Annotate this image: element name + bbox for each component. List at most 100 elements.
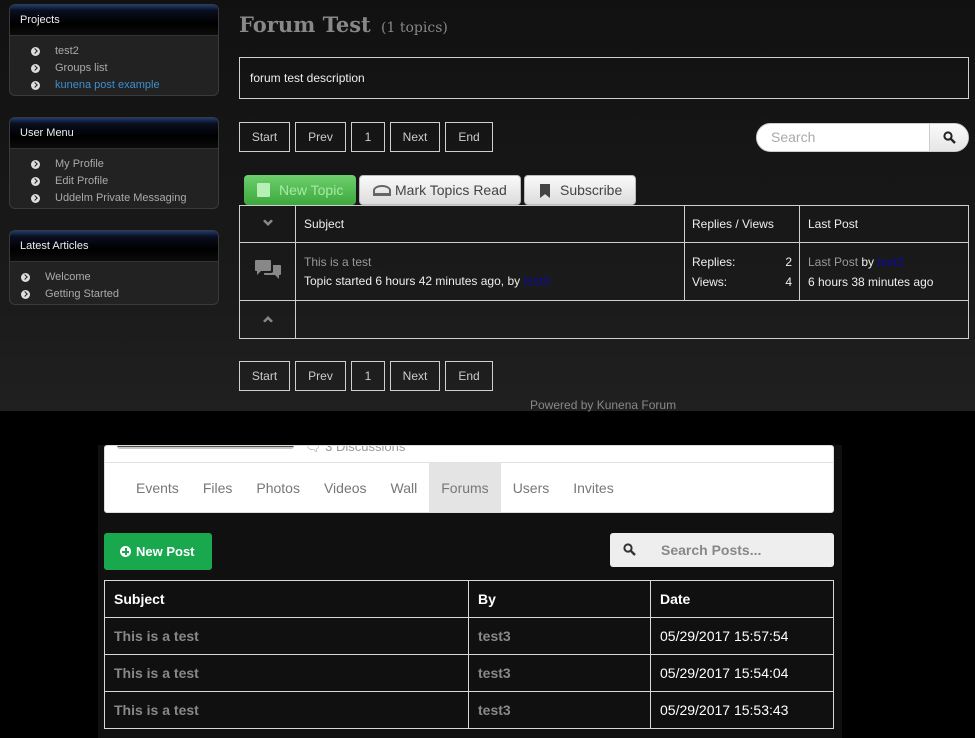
latest-articles-module: Latest Articles Welcome Getting Started	[9, 230, 219, 305]
pager-start-button[interactable]: Start	[239, 361, 290, 391]
pager-start-button[interactable]: Start	[239, 122, 290, 152]
read-icon	[373, 185, 391, 196]
pagination-bottom: Start Prev 1 Next End	[239, 361, 493, 391]
tab-videos[interactable]: Videos	[312, 463, 379, 512]
topics-footer-row	[239, 300, 969, 339]
topic-title-link[interactable]: This is a test	[304, 255, 684, 269]
tab-users[interactable]: Users	[501, 463, 562, 512]
topics-table: Subject Replies / Views Last Post This i…	[239, 205, 969, 339]
chevron-right-icon	[31, 177, 40, 186]
bookmark-icon	[540, 184, 550, 198]
kunena-forum-panel: Projects test2 Groups list kunena post e…	[0, 0, 975, 412]
chevron-right-icon	[31, 194, 40, 203]
pagination-top: Start Prev 1 Next End	[239, 122, 493, 152]
topic-stats-cell: Replies: 2 Views: 4	[684, 242, 800, 301]
subscribe-button[interactable]: Subscribe	[524, 175, 636, 205]
header-last-post: Last Post	[799, 205, 969, 243]
last-post-link[interactable]: Last Post	[808, 255, 858, 269]
user-menu-item-edit-profile[interactable]: Edit Profile	[28, 173, 218, 190]
projects-item-kunena-post-example[interactable]: kunena post example	[28, 77, 218, 94]
chevron-right-icon	[31, 47, 40, 56]
post-author-link[interactable]: test3	[468, 654, 651, 692]
last-post-time: 6 hours 38 minutes ago	[808, 274, 934, 289]
views-count: 4	[785, 274, 792, 289]
sort-down-cell[interactable]	[239, 205, 296, 243]
tab-wall[interactable]: Wall	[379, 463, 430, 512]
articles-item-welcome[interactable]: Welcome	[21, 269, 218, 286]
tab-events[interactable]: Events	[124, 463, 191, 512]
projects-item-test2[interactable]: test2	[28, 43, 218, 60]
pager-page-button[interactable]: 1	[351, 361, 385, 391]
post-author-link[interactable]: test3	[468, 617, 651, 655]
sort-up-cell[interactable]	[239, 300, 296, 339]
topic-subject-cell: This is a test Topic started 6 hours 42 …	[295, 242, 685, 301]
articles-item-getting-started[interactable]: Getting Started	[21, 286, 218, 303]
plus-circle-icon	[120, 546, 131, 557]
replies-count: 2	[785, 254, 792, 269]
pager-prev-button[interactable]: Prev	[295, 122, 346, 152]
topic-row: This is a test Topic started 6 hours 42 …	[239, 242, 969, 301]
search-posts-placeholder: Search Posts...	[661, 542, 762, 558]
topic-author-link[interactable]: test3	[523, 274, 549, 288]
user-menu-item-my-profile[interactable]: My Profile	[28, 156, 218, 173]
last-post-by: by	[861, 254, 875, 269]
group-photo-thumbnails	[117, 446, 294, 449]
last-post-user-link[interactable]: test3	[877, 255, 903, 269]
group-tabs: Events Files Photos Videos Wall Forums U…	[105, 462, 833, 512]
views-label: Views:	[692, 274, 728, 289]
projects-item-groups-list[interactable]: Groups list	[28, 60, 218, 77]
header-date: Date	[650, 580, 834, 618]
new-topic-button[interactable]: New Topic	[244, 175, 356, 205]
search-input[interactable]: Search	[771, 124, 815, 151]
user-menu-item-private-messaging[interactable]: Uddelm Private Messaging	[28, 190, 218, 207]
tab-photos[interactable]: Photos	[244, 463, 312, 512]
chevron-right-icon	[31, 64, 40, 73]
projects-module: Projects test2 Groups list kunena post e…	[9, 4, 219, 96]
posts-header-row: Subject By Date	[104, 580, 834, 618]
post-date: 05/29/2017 15:53:43	[650, 691, 834, 729]
posts-table: Subject By Date This is a test test3 05/…	[104, 580, 834, 729]
latest-articles-module-title: Latest Articles	[10, 231, 218, 262]
post-date: 05/29/2017 15:57:54	[650, 617, 834, 655]
header-subject: Subject	[104, 580, 469, 618]
topic-last-post-cell: Last Post by test3 6 hours 38 minutes ag…	[799, 242, 969, 301]
tab-forums[interactable]: Forums	[429, 463, 501, 512]
chat-bubbles-icon	[254, 260, 281, 279]
chevron-right-icon	[31, 160, 40, 169]
group-forum-panel: 🗨 3 Discussions Events Files Photos Vide…	[98, 445, 842, 738]
pager-page-button[interactable]: 1	[351, 122, 385, 152]
mark-topics-read-button[interactable]: Mark Topics Read	[359, 175, 521, 205]
search-posts-input[interactable]: Search Posts...	[610, 533, 834, 567]
forum-search: Search	[756, 123, 969, 152]
search-icon	[623, 543, 636, 556]
new-post-button[interactable]: New Post	[104, 533, 212, 570]
post-date: 05/29/2017 15:54:04	[650, 654, 834, 692]
post-subject-link[interactable]: This is a test	[104, 691, 469, 729]
search-button[interactable]	[929, 124, 968, 151]
table-row: This is a test test3 05/29/2017 15:57:54	[104, 617, 834, 655]
pager-prev-button[interactable]: Prev	[295, 361, 346, 391]
topics-footer-cell	[295, 300, 969, 339]
header-replies-views: Replies / Views	[684, 205, 800, 243]
tab-invites[interactable]: Invites	[561, 463, 625, 512]
post-subject-link[interactable]: This is a test	[104, 617, 469, 655]
pager-next-button[interactable]: Next	[390, 122, 440, 152]
page-title: Forum Test (1 topics)	[239, 12, 448, 37]
chevron-up-icon	[262, 315, 273, 322]
pager-end-button[interactable]: End	[445, 122, 493, 152]
post-subject-link[interactable]: This is a test	[104, 654, 469, 692]
topics-header-row: Subject Replies / Views Last Post	[239, 205, 969, 243]
powered-by-link[interactable]: Powered by Kunena Forum	[530, 398, 676, 412]
edit-icon	[257, 183, 270, 197]
post-author-link[interactable]: test3	[468, 691, 651, 729]
tab-files[interactable]: Files	[191, 463, 245, 512]
chevron-right-icon	[31, 81, 40, 90]
header-subject[interactable]: Subject	[295, 205, 685, 243]
pager-next-button[interactable]: Next	[390, 361, 440, 391]
user-menu-module-title: User Menu	[10, 118, 218, 149]
table-row: This is a test test3 05/29/2017 15:53:43	[104, 691, 834, 729]
topic-icon-cell	[239, 242, 296, 301]
pager-end-button[interactable]: End	[445, 361, 493, 391]
header-by: By	[468, 580, 651, 618]
forum-title-text: Forum Test	[239, 12, 371, 37]
